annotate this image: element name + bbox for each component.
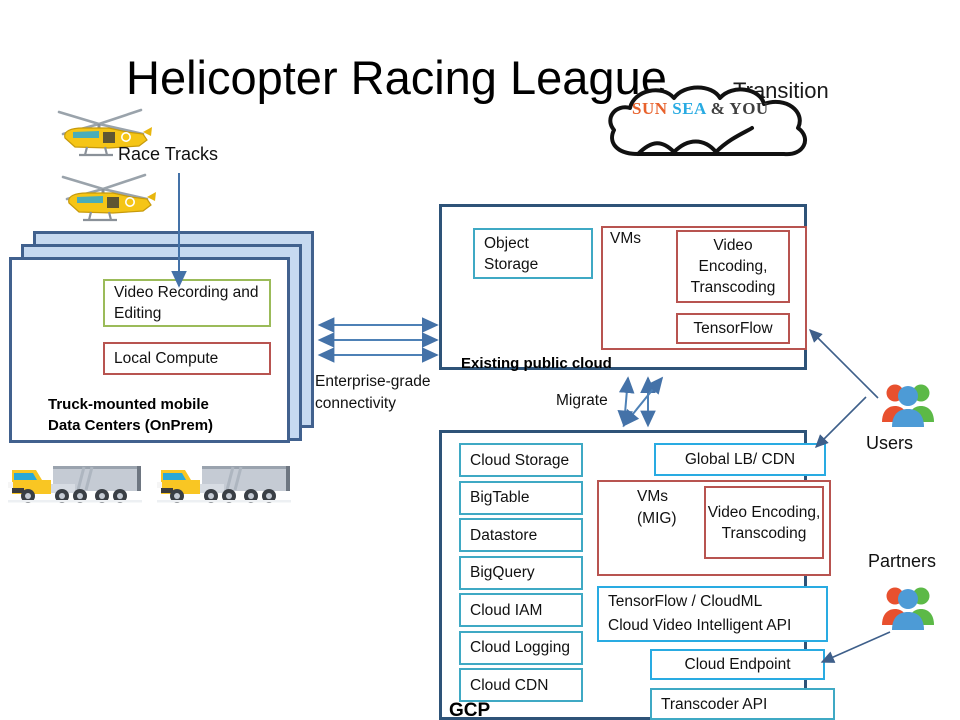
arrow-partners-to-cloud-endpoint <box>820 631 891 663</box>
page-title: Helicopter Racing League <box>126 51 667 104</box>
box-global-lb-cdn[interactable]: Global LB/ CDN <box>654 443 826 476</box>
box-local-compute-label: Local Compute <box>114 350 219 367</box>
box-cloud-endpoint[interactable]: Cloud Endpoint <box>650 649 825 680</box>
box-cloud-video-intelligent-api-line: Cloud Video Intelligent API <box>608 617 792 634</box>
partners-label: Partners <box>868 551 937 571</box>
box-gcp-service-bigquery[interactable]: BigQuery <box>459 555 583 590</box>
box-tensorflow-cloudml[interactable]: TensorFlow / CloudML Cloud Video Intelli… <box>597 586 828 642</box>
users-label: Users <box>866 433 914 453</box>
gcp-title: GCP <box>449 700 491 720</box>
box-vms-mig-label: VMs (MIG) <box>637 486 677 530</box>
box-global-lb-cdn-label: Global LB/ CDN <box>684 451 796 468</box>
helicopter-icon <box>47 165 157 227</box>
box-gcp-service-label: BigTable <box>470 489 530 506</box>
box-gcp-service-cloud-storage[interactable]: Cloud Storage <box>459 443 583 477</box>
onprem-caption-line1: Truck-mounted mobile <box>48 396 209 413</box>
box-vms-mig-label-line1: VMs <box>637 488 668 505</box>
box-video-recording-editing[interactable]: Video Recording and Editing <box>103 279 271 327</box>
arrow-users-to-existing-cloud <box>808 328 879 399</box>
logo-text-sea: SEA <box>672 99 711 118</box>
box-vms-mig-label-line2: (MIG) <box>637 510 677 527</box>
box-local-compute[interactable]: Local Compute <box>103 342 271 375</box>
onprem-caption-line2: Data Centers (OnPrem) <box>48 417 214 434</box>
box-gcp-service-label: Cloud IAM <box>470 601 543 619</box>
box-gcp-service-cloud-iam[interactable]: Cloud IAM <box>459 593 583 627</box>
people-group-icon <box>880 380 936 433</box>
race-tracks-label: Race Tracks <box>118 144 219 164</box>
box-video-encoding-gcp[interactable]: Video Encoding, Transcoding <box>704 486 824 559</box>
diagram-canvas: Helicopter Racing League Transition SUN … <box>0 0 960 720</box>
arrow-users-to-global-lb <box>814 396 867 449</box>
box-video-encoding-gcp-label: Video Encoding, Transcoding <box>707 503 821 542</box>
box-gcp-service-bigtable[interactable]: BigTable <box>459 480 583 515</box>
box-tensorflow-existing-label: TensorFlow <box>693 320 773 337</box>
arrow-migrate-1 <box>617 376 635 428</box>
box-gcp-service-label: Cloud Storage <box>470 451 570 469</box>
box-gcp-service-label: BigQuery <box>470 564 535 581</box>
cloud-icon <box>600 82 825 167</box>
box-cloud-endpoint-label: Cloud Endpoint <box>684 656 791 673</box>
box-tensorflow-cloudml-line1: TensorFlow / CloudML <box>608 593 763 610</box>
logo-text: SUN SEA & YOU <box>632 99 769 119</box>
existing-public-cloud-title: Existing public cloud <box>461 355 612 372</box>
arrow-migrate-3 <box>622 376 664 427</box>
onprem-caption: Truck-mounted mobile Data Centers (OnPre… <box>48 394 213 436</box>
box-gcp-service-label: Cloud Logging <box>470 639 570 656</box>
box-vms-existing-cloud-label: VMs <box>610 230 641 247</box>
box-tensorflow-existing[interactable]: TensorFlow <box>676 313 790 344</box>
enterprise-connectivity-label: Enterprise-grade connectivity <box>315 373 431 412</box>
people-group-icon <box>880 583 936 636</box>
box-object-storage-label: Object Storage <box>484 234 539 273</box>
migrate-label: Migrate <box>556 392 608 409</box>
box-transcoder-api-label: Transcoder API <box>661 695 768 713</box>
box-gcp-service-label: Cloud CDN <box>470 676 549 694</box>
box-gcp-service-cloud-logging[interactable]: Cloud Logging <box>459 630 583 665</box>
box-transcoder-api[interactable]: Transcoder API <box>650 688 835 720</box>
box-gcp-service-datastore[interactable]: Datastore <box>459 518 583 552</box>
box-video-recording-editing-label: Video Recording and Editing <box>114 284 259 322</box>
truck-icon <box>6 458 146 511</box>
truck-icon <box>155 458 295 511</box>
logo-text-sun: SUN <box>632 99 673 118</box>
box-object-storage[interactable]: Object Storage <box>473 228 593 279</box>
logo-text-you: & YOU <box>710 99 769 118</box>
box-video-encoding-existing-label: Video Encoding, Transcoding <box>690 237 776 296</box>
box-video-encoding-existing[interactable]: Video Encoding, Transcoding <box>676 230 790 303</box>
box-gcp-service-cloud-cdn[interactable]: Cloud CDN <box>459 668 583 702</box>
box-gcp-service-label: Datastore <box>470 526 538 544</box>
